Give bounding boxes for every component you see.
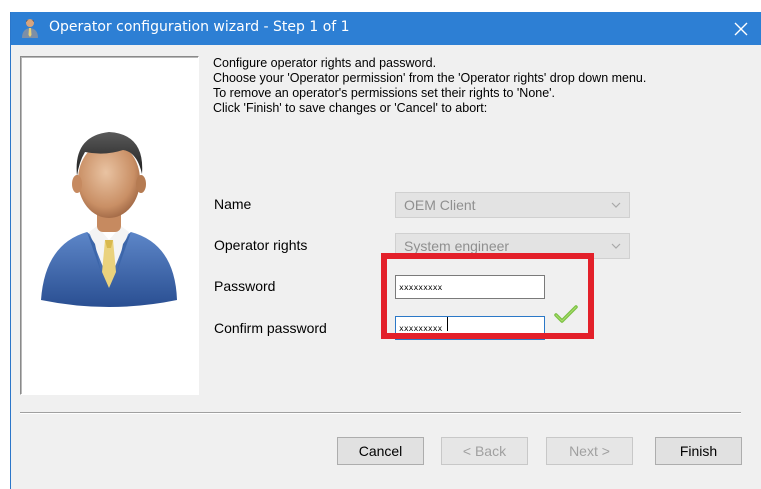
password-highlight-box — [381, 253, 594, 339]
confirm-password-label: Confirm password — [214, 320, 327, 336]
name-select-value: OEM Client — [404, 197, 476, 213]
instruction-line-1: Configure operator rights and password. — [213, 56, 437, 70]
instruction-line-3: To remove an operator's permissions set … — [213, 86, 556, 100]
operator-avatar-icon — [41, 132, 177, 307]
name-select[interactable]: OEM Client — [395, 192, 630, 218]
button-separator — [20, 412, 741, 414]
name-label: Name — [214, 196, 252, 212]
instructions-text: Configure operator rights and password. … — [213, 56, 733, 116]
close-button[interactable] — [721, 12, 761, 45]
window-title: Operator configuration wizard - Step 1 o… — [49, 19, 350, 35]
cancel-button[interactable]: Cancel — [337, 437, 424, 465]
operator-rights-label: Operator rights — [214, 237, 308, 253]
chevron-down-icon — [611, 243, 621, 249]
finish-button[interactable]: Finish — [655, 437, 742, 465]
chevron-down-icon — [611, 202, 621, 208]
operator-rights-value: System engineer — [404, 238, 510, 254]
back-button[interactable]: < Back — [441, 437, 528, 465]
instruction-line-2: Choose your 'Operator permission' from t… — [213, 71, 647, 85]
instruction-line-4: Click 'Finish' to save changes or 'Cance… — [213, 101, 488, 115]
operator-icon — [22, 19, 38, 38]
title-bar[interactable]: Operator configuration wizard - Step 1 o… — [11, 12, 761, 45]
close-icon — [734, 22, 748, 35]
next-button[interactable]: Next > — [546, 437, 633, 465]
operator-avatar-panel — [20, 56, 199, 395]
password-label: Password — [214, 278, 276, 294]
